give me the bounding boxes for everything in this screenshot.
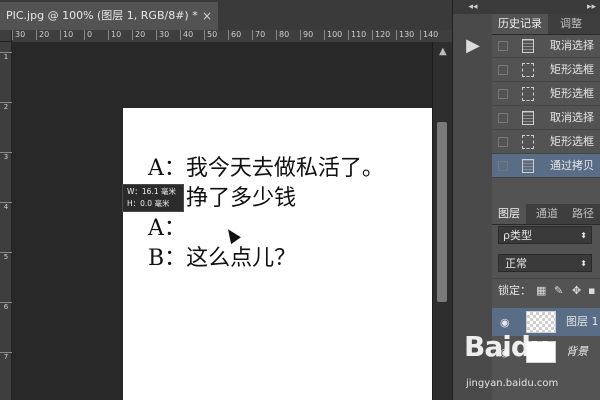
- expand-panels-icon[interactable]: ▸▸: [492, 0, 600, 14]
- text-line-1: A：我今天去做私活了。: [148, 156, 384, 181]
- ruler-tick: 10: [60, 30, 84, 40]
- marquee-icon: [522, 63, 534, 77]
- ruler-tick: 90: [300, 30, 324, 40]
- history-item-label: 取消选择: [550, 39, 594, 52]
- ruler-tick: 3: [0, 152, 12, 161]
- vertical-ruler[interactable]: 1 2 3 4 5 6 7: [0, 42, 12, 400]
- ruler-tick: 100: [324, 30, 348, 40]
- snapshot-checkbox[interactable]: [498, 65, 508, 75]
- document-icon: [522, 111, 534, 125]
- text-line-3: A：: [148, 216, 186, 241]
- tab-paths[interactable]: 路径: [566, 204, 600, 224]
- tab-layers[interactable]: 图层: [492, 204, 526, 224]
- snapshot-checkbox[interactable]: [498, 89, 508, 99]
- marquee-icon: [522, 135, 534, 149]
- history-item-label: 取消选择: [550, 111, 594, 124]
- history-item[interactable]: 取消选择: [492, 34, 600, 58]
- tooltip-width: W：16.1 毫米: [127, 187, 176, 196]
- history-list: 取消选择 矩形选框 矩形选框 取消选择 矩形选框 通过拷贝: [492, 34, 600, 178]
- collapse-icon[interactable]: ◂◂: [453, 0, 493, 14]
- scroll-up-icon[interactable]: ▲: [439, 46, 447, 57]
- vertical-scrollbar[interactable]: ▲: [432, 42, 453, 400]
- history-item-label: 矩形选框: [550, 87, 594, 100]
- eye-icon[interactable]: ◉: [500, 316, 510, 329]
- lock-label: 锁定：: [498, 284, 531, 297]
- document-tab[interactable]: PIC.jpg @ 100% (图层 1, RGB/8#) * ×: [0, 2, 218, 30]
- snapshot-checkbox[interactable]: [498, 41, 508, 51]
- lock-all-icon[interactable]: ▪: [588, 279, 595, 303]
- document-canvas[interactable]: A：我今天去做私活了。 B：挣了多少钱 A： B：这么点儿？: [123, 108, 432, 400]
- ruler-tick: 60: [228, 30, 252, 40]
- watermark-url: jingyan.baidu.com: [466, 378, 559, 389]
- blend-mode-value: 正常: [505, 257, 527, 270]
- ruler-tick: 4: [0, 202, 12, 211]
- snapshot-checkbox[interactable]: [498, 137, 508, 147]
- history-panel-tabs: 历史记录 调整: [492, 14, 600, 35]
- ruler-tick: 6: [0, 302, 12, 311]
- lock-transparent-icon[interactable]: ▦: [536, 279, 546, 303]
- ruler-tick: 0: [84, 30, 108, 40]
- ruler-tick: 7: [0, 352, 12, 361]
- ruler-tick: 70: [252, 30, 276, 40]
- history-item[interactable]: 矩形选框: [492, 58, 600, 82]
- layers-panel-tabs: 图层 通道 路径: [492, 204, 600, 225]
- ruler-tick: 130: [396, 30, 420, 40]
- ruler-tick: 80: [276, 30, 300, 40]
- selection-size-tooltip: W：16.1 毫米 H：0.0 毫米: [122, 184, 184, 212]
- history-item[interactable]: 矩形选框: [492, 82, 600, 106]
- document-icon: [522, 39, 534, 53]
- ruler-tick: 20: [36, 30, 60, 40]
- ruler-tick: 140: [420, 30, 444, 40]
- chevron-down-icon: ⬍: [580, 231, 587, 240]
- document-icon: [522, 159, 534, 173]
- history-item-selected[interactable]: 通过拷贝: [492, 154, 600, 178]
- snapshot-checkbox[interactable]: [498, 161, 508, 171]
- lock-row: 锁定： ▦ ✎ ✥ ▪: [492, 278, 600, 303]
- ruler-tick: 1: [0, 52, 12, 61]
- ruler-origin[interactable]: [0, 30, 12, 42]
- history-item-label: 矩形选框: [550, 135, 594, 148]
- chevron-down-icon: ⬍: [580, 259, 587, 268]
- blend-mode-select[interactable]: 正常 ⬍: [498, 254, 592, 272]
- ruler-tick: 20: [132, 30, 156, 40]
- ruler-tick: 50: [204, 30, 228, 40]
- document-tab-strip: PIC.jpg @ 100% (图层 1, RGB/8#) * ×: [0, 0, 452, 31]
- close-icon[interactable]: ×: [202, 2, 212, 30]
- snapshot-checkbox[interactable]: [498, 113, 508, 123]
- ruler-tick: 110: [348, 30, 372, 40]
- ruler-tick: 5: [0, 252, 12, 261]
- marquee-icon: [522, 87, 534, 101]
- tab-history[interactable]: 历史记录: [492, 14, 548, 34]
- ruler-tick: 10: [108, 30, 132, 40]
- lock-move-icon[interactable]: ✥: [572, 279, 581, 303]
- lock-paint-icon[interactable]: ✎: [554, 279, 563, 303]
- history-item-label: 矩形选框: [550, 63, 594, 76]
- ruler-tick: 2: [0, 102, 12, 111]
- layer-filter-select[interactable]: ρ类型 ⬍: [498, 226, 592, 244]
- history-item-label: 通过拷贝: [550, 159, 594, 172]
- ruler-tick: 30: [12, 30, 36, 40]
- photoshop-window: PIC.jpg @ 100% (图层 1, RGB/8#) * × 30 20 …: [0, 0, 600, 400]
- ruler-tick: 40: [180, 30, 204, 40]
- history-item[interactable]: 取消选择: [492, 106, 600, 130]
- tab-channels[interactable]: 通道: [530, 204, 564, 224]
- history-item[interactable]: 矩形选框: [492, 130, 600, 154]
- ruler-tick: 120: [372, 30, 396, 40]
- play-icon[interactable]: ▶: [459, 32, 487, 60]
- scrollbar-thumb[interactable]: [437, 122, 447, 302]
- baidu-watermark: Baidu jingyan.baidu.com: [460, 330, 600, 400]
- layer-filter-label: ρ类型: [503, 229, 532, 242]
- ruler-tick: 30: [156, 30, 180, 40]
- watermark-logo: Baidu: [464, 330, 550, 363]
- document-tab-title: PIC.jpg @ 100% (图层 1, RGB/8#) *: [6, 9, 198, 22]
- canvas-area[interactable]: A：我今天去做私活了。 B：挣了多少钱 A： B：这么点儿？: [12, 42, 432, 400]
- tab-adjustments[interactable]: 调整: [554, 14, 588, 34]
- tooltip-height: H：0.0 毫米: [127, 199, 170, 208]
- text-line-4: B：这么点儿？: [148, 246, 297, 271]
